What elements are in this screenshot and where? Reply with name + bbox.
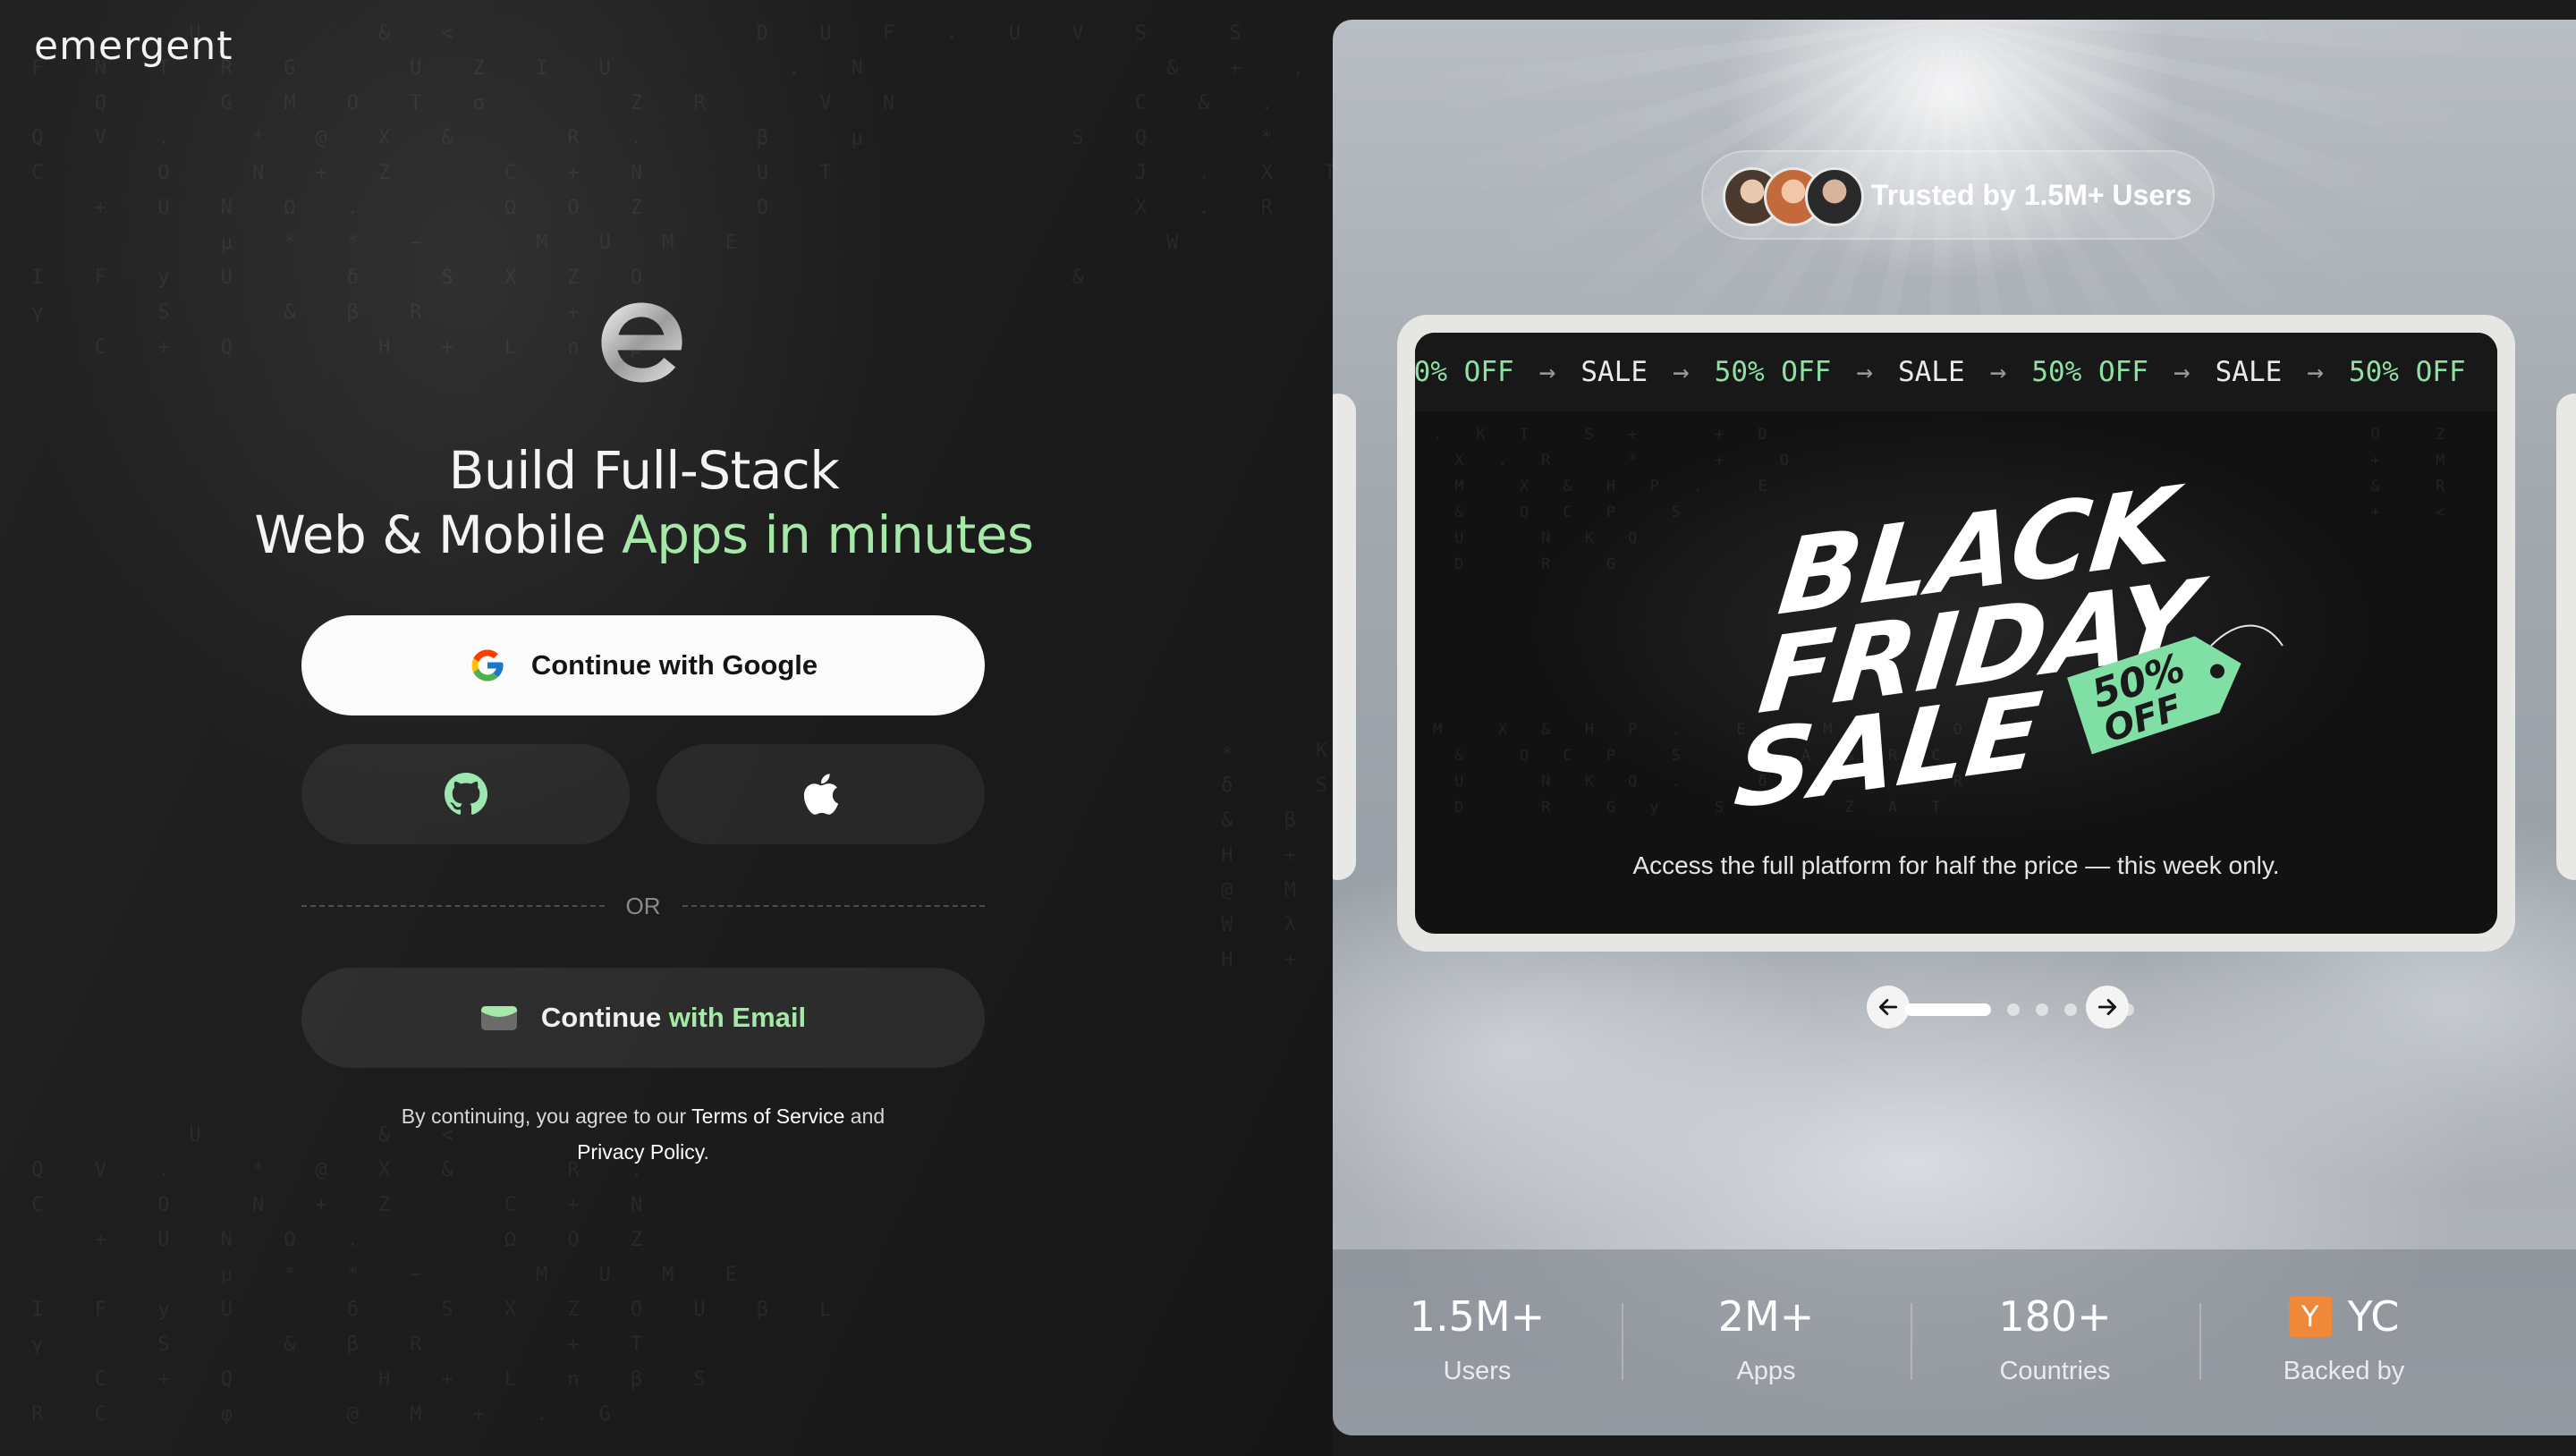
marquee-arrow-icon: → xyxy=(1538,356,1556,388)
stat-backed-by: Y YC Backed by xyxy=(2199,1249,2488,1435)
stat-value: 2M+ xyxy=(1717,1292,1815,1341)
continue-with-github-button[interactable] xyxy=(301,744,630,844)
marquee-arrow-icon: → xyxy=(1856,356,1873,388)
pager-dot[interactable] xyxy=(1905,1003,1991,1016)
brand-logo[interactable]: emergent xyxy=(34,23,233,69)
emergent-logo-icon xyxy=(601,302,682,383)
promo-panel: Trusted by 1.5M+ Users 50% OFF→SALE→50% … xyxy=(1333,20,2576,1435)
marquee-item: SALE xyxy=(1897,356,1965,388)
email-button-label: Continue with Email xyxy=(541,1002,806,1034)
trusted-badge: Trusted by 1.5M+ Users xyxy=(1701,150,2215,240)
headline-line1: Build Full-Stack xyxy=(448,440,840,501)
promo-card[interactable]: 50% OFF → SALE → 50% OFF → SALE → 50% OFF → SALE → 5… xyxy=(1397,315,2515,952)
envelope-icon xyxy=(480,1006,517,1030)
previous-slide-peek[interactable] xyxy=(1333,394,1356,880)
carousel-pager xyxy=(1333,986,2576,1032)
marquee-item: 50% OFF xyxy=(1415,356,1514,388)
or-divider: OR xyxy=(301,893,985,919)
stat-value: 1.5M+ xyxy=(1409,1292,1546,1341)
email-label-prefix: Continue xyxy=(540,1002,669,1033)
github-icon xyxy=(444,773,487,815)
trusted-text: Trusted by 1.5M+ Users xyxy=(1871,178,2192,211)
stat-label: Countries xyxy=(1999,1357,2111,1385)
google-button-label: Continue with Google xyxy=(530,649,818,681)
arrow-right-icon xyxy=(2097,999,2117,1015)
legal-notice: By continuing, you agree to our Terms of… xyxy=(301,1098,985,1170)
next-slide-button[interactable] xyxy=(2086,986,2129,1029)
marquee-item: SALE xyxy=(1580,356,1648,388)
stat-label: Apps xyxy=(1736,1357,1796,1385)
divider-line xyxy=(682,905,985,907)
marquee-item: 50% OFF xyxy=(2031,356,2148,388)
stat-apps: 2M+ Apps xyxy=(1622,1249,1911,1435)
stat-users: 1.5M+ Users xyxy=(1333,1249,1622,1435)
continue-with-apple-button[interactable] xyxy=(657,744,985,844)
black-friday-sale-artwork: BLACK FRIDAY SALE 50% OFF xyxy=(1729,467,2284,807)
next-slide-peek[interactable] xyxy=(2556,394,2576,880)
stat-label: Users xyxy=(1443,1357,1512,1385)
previous-slide-button[interactable] xyxy=(1867,986,1910,1029)
legal-suffix: . xyxy=(703,1140,709,1164)
card-glyph-pattern: O Z W A + M N + & R A C + < M O xyxy=(2370,426,2458,521)
privacy-policy-link[interactable]: Privacy Policy xyxy=(577,1140,703,1164)
continue-with-google-button[interactable]: Continue with Google xyxy=(301,615,985,715)
yc-logo-icon: Y xyxy=(2288,1296,2332,1337)
stats-bar: 1.5M+ Users 2M+ Apps 180+ Countries Y YC… xyxy=(1333,1249,2576,1435)
yc-row: Y YC xyxy=(2199,1292,2488,1341)
marquee-arrow-icon: → xyxy=(1672,356,1690,388)
email-label-accent: with Email xyxy=(668,1002,807,1033)
stat-countries: 180+ Countries xyxy=(1911,1249,2199,1435)
continue-with-email-button[interactable]: Continue with Email xyxy=(301,968,985,1068)
marquee-item: 50% OFF xyxy=(2348,356,2466,388)
marquee-arrow-icon: → xyxy=(2173,356,2190,388)
marquee-item: SALE xyxy=(2215,356,2283,388)
legal-prefix: By continuing, you agree to our xyxy=(401,1105,692,1128)
avatar xyxy=(1805,167,1864,226)
google-icon xyxy=(471,649,504,681)
stat-label: Backed by xyxy=(2283,1357,2405,1385)
pager-dot[interactable] xyxy=(2007,1003,2020,1016)
headline-accent: Apps in minutes xyxy=(622,504,1034,565)
or-label: OR xyxy=(625,892,661,919)
sale-marquee: 50% OFF → SALE → 50% OFF → SALE → 50% OFF → SALE → 5… xyxy=(1415,333,2497,411)
marquee-arrow-icon: → xyxy=(1989,356,2007,388)
terms-of-service-link[interactable]: Terms of Service xyxy=(691,1105,844,1128)
pager-dot[interactable] xyxy=(2064,1003,2077,1016)
headline-line2-prefix: Web & Mobile xyxy=(254,504,623,565)
promo-card-content: 50% OFF → SALE → 50% OFF → SALE → 50% OFF → SALE → 5… xyxy=(1415,333,2497,934)
stat-value: YC xyxy=(2347,1292,2400,1341)
arrow-left-icon xyxy=(1878,999,1898,1015)
background-glyph-pattern: ∗ K δ S & β H + L @ M W λ X H + N xyxy=(1221,740,1327,971)
marquee-item: 50% OFF xyxy=(1714,356,1832,388)
marquee-arrow-icon: → xyxy=(2307,356,2324,388)
stat-value: 180+ xyxy=(1998,1292,2112,1341)
headline-line2: Web & Mobile Apps in minutes xyxy=(179,504,1109,565)
user-avatars xyxy=(1723,164,1866,226)
pager-dot[interactable] xyxy=(2036,1003,2048,1016)
divider-line xyxy=(301,905,605,907)
auth-panel: U & < D U F . U V S S L K H D O V F N T … xyxy=(0,0,1333,1456)
promo-caption: Access the full platform for half the pr… xyxy=(1632,851,2280,879)
legal-and: and xyxy=(844,1105,886,1128)
apple-icon xyxy=(803,774,838,815)
